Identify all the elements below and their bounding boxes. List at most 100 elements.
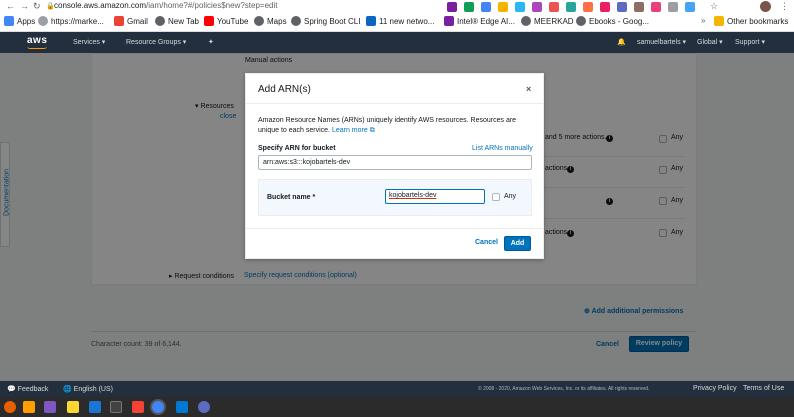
firefox-icon[interactable] [4, 401, 16, 413]
bookmark-linkedin[interactable]: 11 new netwo... [366, 16, 434, 26]
globe-icon: 🌐 [63, 386, 72, 393]
aws-logo[interactable]: aws [27, 35, 48, 49]
teams-icon[interactable] [198, 401, 210, 413]
aws-logo-text: aws [27, 35, 48, 46]
extension-icon[interactable] [549, 2, 559, 12]
region-label: Global [697, 39, 718, 46]
gmail-icon [114, 16, 124, 26]
terms-link[interactable]: Terms of Use [743, 385, 784, 392]
bookmarks-bar: Apps https://marke... Gmail New Tab YouT… [0, 13, 794, 32]
services-menu[interactable]: Services ▾ [73, 38, 105, 46]
dialog-description: Amazon Resource Names (ARNs) uniquely id… [258, 116, 534, 136]
extension-icon[interactable] [464, 2, 474, 12]
bookmark-label: Maps [267, 16, 287, 26]
extension-icon[interactable] [685, 2, 695, 12]
arn-input[interactable]: arn:aws:s3:::kojobartels-dev [258, 155, 532, 170]
bookmark-meerkad[interactable]: MEERKAD [521, 16, 574, 26]
bookmark-ebooks[interactable]: Ebooks - Goog... [576, 16, 649, 26]
any-label: Any [504, 193, 517, 200]
bookmark-other[interactable]: Other bookmarks [714, 16, 788, 26]
bookmark-intel[interactable]: Intel® Edge AI... [444, 16, 515, 26]
bookmark-label: Apps [17, 16, 36, 26]
bookmark-label: 11 new netwo... [379, 16, 435, 26]
list-arns-manually-link[interactable]: List ARNs manually [472, 145, 533, 152]
extension-icon[interactable] [668, 2, 678, 12]
aws-navbar: aws Services ▾ Resource Groups ▾ ✦ 🔔 sam… [0, 32, 794, 53]
description-text: Amazon Resource Names (ARNs) uniquely id… [258, 117, 517, 134]
language-selector[interactable]: 🌐 English (US) [63, 385, 113, 393]
url-field[interactable]: console.aws.amazon.com/iam/home?#/polici… [54, 1, 277, 10]
extension-icon[interactable] [481, 2, 491, 12]
extension-icon[interactable] [651, 2, 661, 12]
bookmark-label: Intel® Edge AI... [457, 16, 515, 26]
bucket-name-value: kojobartels-dev [389, 192, 437, 199]
region-menu[interactable]: Global ▾ [697, 38, 723, 46]
bookmark-marketplace[interactable]: https://marke... [38, 16, 104, 26]
aws-footer: 💬 Feedback 🌐 English (US) © 2008 - 2020,… [0, 381, 794, 397]
bookmark-label: Gmail [127, 16, 148, 26]
extension-icon[interactable] [447, 2, 457, 12]
privacy-link[interactable]: Privacy Policy [693, 385, 737, 392]
aws-smile-icon [27, 46, 47, 49]
menu-icon[interactable]: ⋮ [780, 1, 789, 12]
folder-icon [714, 16, 724, 26]
extension-icon[interactable] [600, 2, 610, 12]
extension-icon[interactable] [515, 2, 525, 12]
bookmark-maps[interactable]: Maps [254, 16, 287, 26]
globe-icon [38, 16, 48, 26]
bookmark-spring-boot[interactable]: Spring Boot CLI [291, 16, 360, 26]
back-icon[interactable]: ← [6, 1, 15, 11]
bookmark-label: Spring Boot CLI [304, 16, 361, 26]
divider [246, 228, 543, 229]
vscode-icon[interactable] [176, 401, 188, 413]
feedback-label: Feedback [17, 386, 49, 393]
reload-icon[interactable]: ↻ [33, 1, 41, 12]
youtube-icon [204, 16, 214, 26]
resource-groups-menu[interactable]: Resource Groups ▾ [126, 38, 186, 46]
globe-icon [576, 16, 586, 26]
add-button[interactable]: Add [504, 236, 531, 251]
files-icon[interactable] [23, 401, 35, 413]
extension-icon[interactable] [566, 2, 576, 12]
globe-icon [521, 16, 531, 26]
services-label: Services [73, 39, 100, 46]
close-icon[interactable]: × [526, 84, 531, 94]
star-icon[interactable]: ☆ [710, 1, 718, 12]
bucket-name-label: Bucket name * [267, 194, 316, 201]
more-bookmarks-icon[interactable]: » [701, 16, 705, 25]
notes-icon[interactable] [67, 401, 79, 413]
any-bucket-checkbox[interactable] [492, 193, 500, 201]
globe-icon [155, 16, 165, 26]
feedback-link[interactable]: 💬 Feedback [7, 385, 48, 393]
dialog-cancel-button[interactable]: Cancel [475, 239, 498, 246]
dialog-title: Add ARN(s) [258, 84, 311, 95]
bucket-name-input[interactable]: kojobartels-dev [385, 189, 485, 204]
taskbar [0, 397, 794, 417]
extension-icon[interactable] [617, 2, 627, 12]
bookmark-youtube[interactable]: YouTube [204, 16, 248, 26]
app-icon[interactable] [132, 401, 144, 413]
dialog-header: Add ARN(s) × [246, 74, 543, 104]
bookmark-label: https://marke... [51, 16, 104, 26]
bell-icon[interactable]: 🔔 [617, 38, 626, 46]
bookmark-gmail[interactable]: Gmail [114, 16, 148, 26]
chrome-icon[interactable] [152, 401, 164, 413]
media-icon[interactable] [44, 401, 56, 413]
bookmark-new-tab[interactable]: New Tab [155, 16, 199, 26]
account-menu[interactable]: samuelbartels ▾ [637, 38, 686, 46]
extension-icon[interactable] [583, 2, 593, 12]
extension-icon[interactable] [634, 2, 644, 12]
pin-icon[interactable]: ✦ [208, 38, 214, 46]
document-icon[interactable] [89, 401, 101, 413]
external-link-icon: ⧉ [369, 127, 375, 134]
extension-icon[interactable] [498, 2, 508, 12]
support-menu[interactable]: Support ▾ [735, 38, 765, 46]
terminal-icon[interactable] [110, 401, 122, 413]
forward-icon[interactable]: → [20, 1, 29, 11]
apps-icon [4, 16, 14, 26]
bookmark-apps[interactable]: Apps [4, 16, 35, 26]
learn-more-link[interactable]: Learn more ⧉ [332, 127, 375, 134]
profile-avatar[interactable] [760, 1, 771, 12]
extension-icon[interactable] [532, 2, 542, 12]
language-label: English (US) [73, 386, 113, 393]
